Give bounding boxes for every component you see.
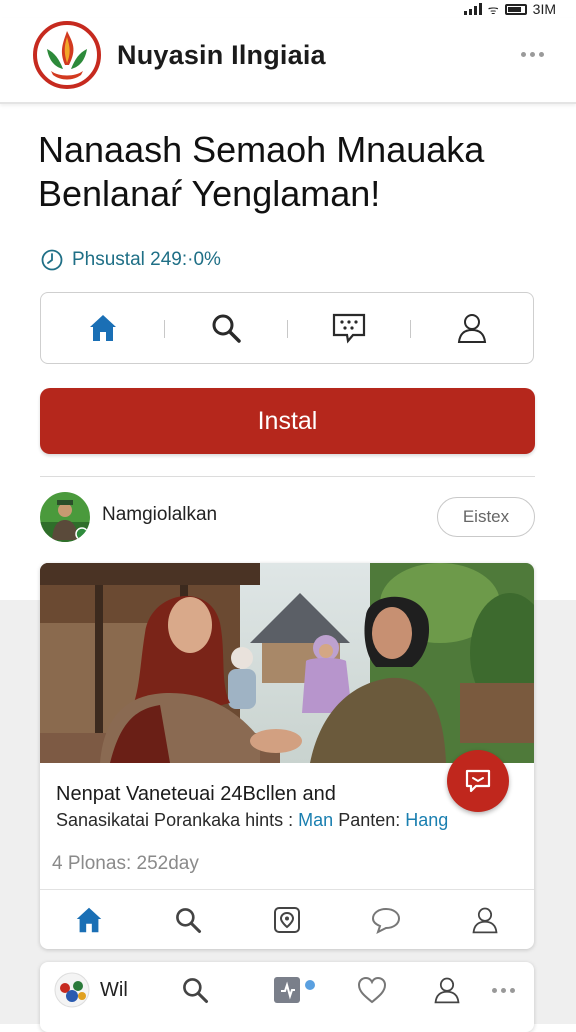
- toolbar-chat[interactable]: [287, 293, 410, 363]
- author-avatar[interactable]: [40, 492, 90, 542]
- follow-button[interactable]: Eistex: [437, 497, 535, 537]
- author-name[interactable]: Namgiolalkan: [102, 504, 217, 526]
- more-dots-icon[interactable]: [521, 52, 544, 57]
- progress-text: Phsustal 249:·0%: [72, 249, 221, 270]
- subtitle-link-man[interactable]: Man: [298, 810, 333, 830]
- network-label: 3IM: [532, 1, 556, 17]
- app-header: Nuyasin Ilngiaia: [0, 18, 576, 104]
- headline-line-1: Nanaash Semaoh Mnauaka: [38, 129, 485, 170]
- home-icon: [89, 315, 116, 341]
- bottom-navigation: Wil: [40, 962, 534, 1032]
- subtitle-mid: Panten:: [338, 810, 401, 830]
- post-tab-comment[interactable]: [336, 890, 435, 949]
- profile-icon: [434, 977, 460, 1004]
- subtitle-text: Sanasikatai Porankaka hints :: [56, 810, 294, 830]
- toolbar-home[interactable]: [41, 293, 164, 363]
- search-icon: [212, 314, 241, 343]
- subtitle-link-hang[interactable]: Hang: [405, 810, 448, 830]
- search-icon: [176, 908, 202, 934]
- comment-icon: [465, 769, 491, 793]
- toolbar-search[interactable]: [164, 293, 287, 363]
- search-icon: [183, 978, 209, 1004]
- post-tab-search[interactable]: [139, 890, 238, 949]
- bottom-nav-wil[interactable]: Wil: [54, 972, 128, 1008]
- page-headline: Nanaash Semaoh Mnauaka Benlanaŕ Yenglama…: [38, 128, 548, 216]
- headline-line-2: Benlanaŕ Yenglaman!: [38, 173, 381, 214]
- profile-icon: [457, 314, 486, 343]
- post-tab-location[interactable]: [238, 890, 337, 949]
- heart-icon: [357, 976, 387, 1004]
- activity-icon: [274, 977, 315, 1003]
- post-title[interactable]: Nenpat Vaneteuai 24Bcllen and: [56, 783, 336, 806]
- bottom-nav-label: Wil: [100, 978, 128, 1001]
- wifi-icon: ᯤ: [487, 2, 499, 17]
- author-row: Namgiolalkan Eistex: [40, 490, 535, 544]
- post-photo[interactable]: [40, 563, 534, 763]
- home-icon: [77, 907, 102, 933]
- comment-icon: [371, 907, 400, 934]
- status-bar: ᯤ 3IM: [463, 0, 556, 18]
- post-meta: 4 Plonas: 252day: [52, 853, 199, 874]
- bottom-nav-heart[interactable]: [356, 976, 388, 1004]
- icon-toolbar: [40, 292, 534, 364]
- post-action-bar: [40, 889, 534, 949]
- bottom-nav-more[interactable]: [492, 976, 515, 1004]
- post-subtitle: Sanasikatai Porankaka hints : Man Panten…: [56, 810, 448, 831]
- location-icon: [273, 907, 300, 933]
- app-title: Nuyasin Ilngiaia: [117, 40, 326, 70]
- post-tab-profile[interactable]: [435, 890, 534, 949]
- signal-icon: [463, 3, 482, 15]
- clock-icon: [41, 249, 63, 271]
- section-divider: [40, 476, 535, 477]
- battery-icon: [504, 3, 527, 15]
- group-avatar-icon: [54, 972, 90, 1008]
- profile-icon: [472, 907, 498, 934]
- bottom-nav-profile[interactable]: [432, 976, 462, 1004]
- progress-status: Phsustal 249:·0%: [40, 248, 221, 272]
- comment-fab[interactable]: [447, 750, 509, 812]
- post-tab-home[interactable]: [40, 890, 139, 949]
- bottom-nav-search[interactable]: [180, 976, 210, 1004]
- more-icon: [492, 987, 515, 993]
- chat-icon: [332, 313, 365, 344]
- flame-emblem-logo: [33, 21, 101, 89]
- toolbar-profile[interactable]: [410, 293, 533, 363]
- install-button[interactable]: Instal: [40, 388, 535, 454]
- bottom-nav-activity[interactable]: [272, 976, 316, 1004]
